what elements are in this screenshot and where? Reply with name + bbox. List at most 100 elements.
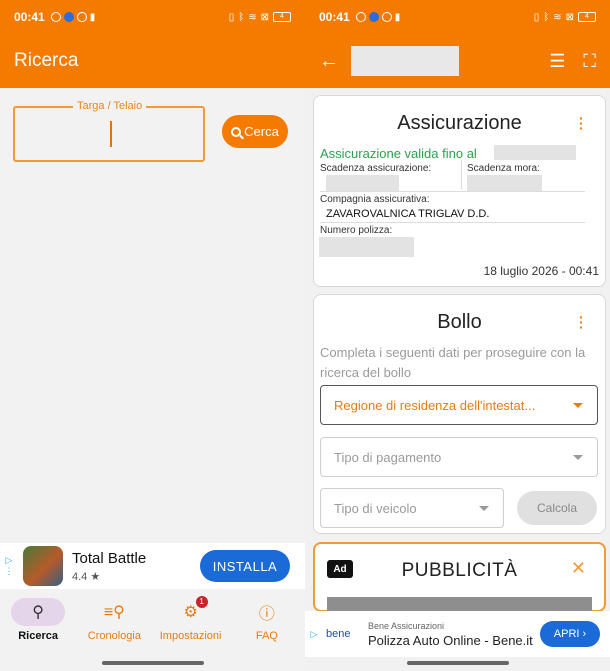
vibrate-icon: ▯ [228,11,235,23]
bene-logo: bene [326,628,351,640]
policy-label: Numero polizza: [320,225,393,236]
bluetooth-icon: ᛒ [238,11,245,23]
messenger-icon [368,12,379,22]
policy-value-redacted [319,237,414,257]
plate-title-redacted [351,46,459,76]
status-bar: 00:41 ▮ ▯ ᛒ ≋ ⊠ 4 [0,0,305,34]
search-button[interactable]: Cerca [222,115,288,148]
divider [461,160,462,190]
valid-date-redacted [494,145,576,160]
ad-banner[interactable]: ▷ ⋮ Total Battle 4.4 ★ INSTALLA [0,543,305,589]
expiry-value-redacted [326,175,399,191]
search-button-label: Cerca [244,124,279,139]
payment-type-select[interactable]: Tipo di pagamento [320,437,598,477]
vehicle-type-placeholder: Tipo di veicolo [334,500,417,516]
ad-banner[interactable]: ▷ bene Bene Assicurazioni Polizza Auto O… [305,611,610,657]
bottom-navigation: ⚲ Ricerca ≡⚲ Cronologia ⚙ 1 Impostazioni… [0,592,305,656]
edit-list-icon[interactable]: ☰ [549,51,565,72]
ad-headline: Polizza Auto Online - Bene.it [368,632,533,648]
company-value: ZAVAROVALNICA TRIGLAV D.D. [326,208,490,220]
search-icon: ⚲ [11,598,66,626]
whatsapp-icon [50,12,61,22]
ad-info: Total Battle 4.4 ★ [72,550,146,583]
ad-image[interactable] [327,597,592,612]
nav-label: FAQ [255,630,278,642]
app-bar: Ricerca [0,34,305,88]
bollo-description: Completa i seguenti dati per proseguire … [320,345,586,380]
help-circle-icon: ⓘ [258,606,275,623]
plate-input[interactable]: Targa / Telaio [13,100,205,162]
bluetooth-icon: ᛒ [543,11,550,23]
ad-advertiser: Bene Assicurazioni [368,620,445,631]
ad-app-name: Total Battle [72,549,147,567]
right-screen: 00:41 ▮ ▯ ᛒ ≋ ⊠ 4 ← ☰ ⛶ Assicurazione · ·… [305,0,610,671]
ad-card-title: PUBBLICITÀ [401,560,518,581]
status-bar: 00:41 ▮ ▯ ᛒ ≋ ⊠ 4 [305,0,610,34]
payment-type-placeholder: Tipo di pagamento [334,449,442,465]
settings-gear-icon: ⚙ 1 [164,596,218,626]
vibrate-icon: ▯ [533,11,540,23]
grace-label: Scadenza mora: [467,163,540,174]
region-select-value: Regione di residenza dell'intestat... [334,397,536,413]
nav-item-cronologia[interactable]: ≡⚲ Cronologia [76,592,152,656]
battery-icon: 4 [578,12,596,22]
insurance-valid-text: Assicurazione valida fino al [320,146,477,161]
battery-small-icon: ▮ [394,11,401,23]
ad-card: Ad PUBBLICITÀ ✕ [313,542,606,612]
nav-item-faq[interactable]: ⓘ FAQ [229,592,305,656]
insurance-card: Assicurazione · · · Assicurazione valida f… [313,95,606,287]
ad-choices-icon[interactable]: ▷ [308,629,320,640]
nav-label: Ricerca [18,630,58,642]
ad-info: Bene Assicurazioni Polizza Auto Online -… [368,621,533,648]
notification-icons: ▮ [355,11,401,23]
battery-small-icon: ▮ [89,11,96,23]
app-bar-actions: ☰ ⛶ [549,51,596,72]
home-indicator[interactable] [407,661,509,665]
back-arrow-icon[interactable]: ← [319,50,339,73]
nav-item-impostazioni[interactable]: ⚙ 1 Impostazioni [153,592,229,656]
vehicle-type-select[interactable]: Tipo di veicolo [320,488,504,528]
sim-icon: ⊠ [260,11,269,23]
left-screen: 00:41 ▮ ▯ ᛒ ≋ ⊠ 4 Ricerca Targa / Telaio… [0,0,305,671]
plate-input-label: Targa / Telaio [73,100,147,112]
app-bar: ← ☰ ⛶ [305,34,610,88]
dropdown-arrow-icon [573,455,583,460]
more-vert-icon[interactable]: · · · [579,111,584,135]
dropdown-arrow-icon [479,506,489,511]
whatsapp-icon [355,12,366,22]
nav-item-ricerca[interactable]: ⚲ Ricerca [0,592,76,656]
shield-icon [381,12,392,22]
close-icon[interactable]: ✕ [571,558,586,579]
battery-icon: 4 [273,12,291,22]
company-label: Compagnia assicurativa: [320,194,430,205]
divider [320,191,585,192]
ad-choices-icon[interactable]: ▷ ⋮ [3,555,15,577]
more-vert-icon[interactable]: · · · [579,310,584,334]
insurance-title: Assicurazione [397,112,522,134]
text-cursor [110,121,112,147]
page-title: Ricerca [14,50,79,71]
shield-icon [76,12,87,22]
history-search-icon: ≡⚲ [103,604,125,621]
status-time: 00:41 [14,10,45,24]
dropdown-arrow-icon [573,403,583,408]
bollo-title: Bollo [437,311,482,333]
fullscreen-icon[interactable]: ⛶ [583,51,596,72]
bollo-card: Bollo · · · Completa i seguenti dati per p… [313,294,606,534]
calculate-button[interactable]: Calcola [517,491,597,525]
wifi-icon: ≋ [553,11,562,23]
install-button[interactable]: INSTALLA [200,550,290,582]
wifi-icon: ≋ [248,11,257,23]
ad-rating: 4.4 ★ [72,570,101,583]
messenger-icon [63,12,74,22]
status-time: 00:41 [319,10,350,24]
region-select[interactable]: Regione di residenza dell'intestat... [320,385,598,425]
expiry-label: Scadenza assicurazione: [320,163,432,174]
notification-badge: 1 [195,596,208,608]
home-indicator[interactable] [102,661,204,665]
nav-label: Impostazioni [159,630,222,642]
sim-icon: ⊠ [565,11,574,23]
open-button[interactable]: APRI › [540,621,600,647]
last-update-timestamp: 18 luglio 2026 - 00:41 [483,264,599,278]
app-icon [23,546,63,586]
